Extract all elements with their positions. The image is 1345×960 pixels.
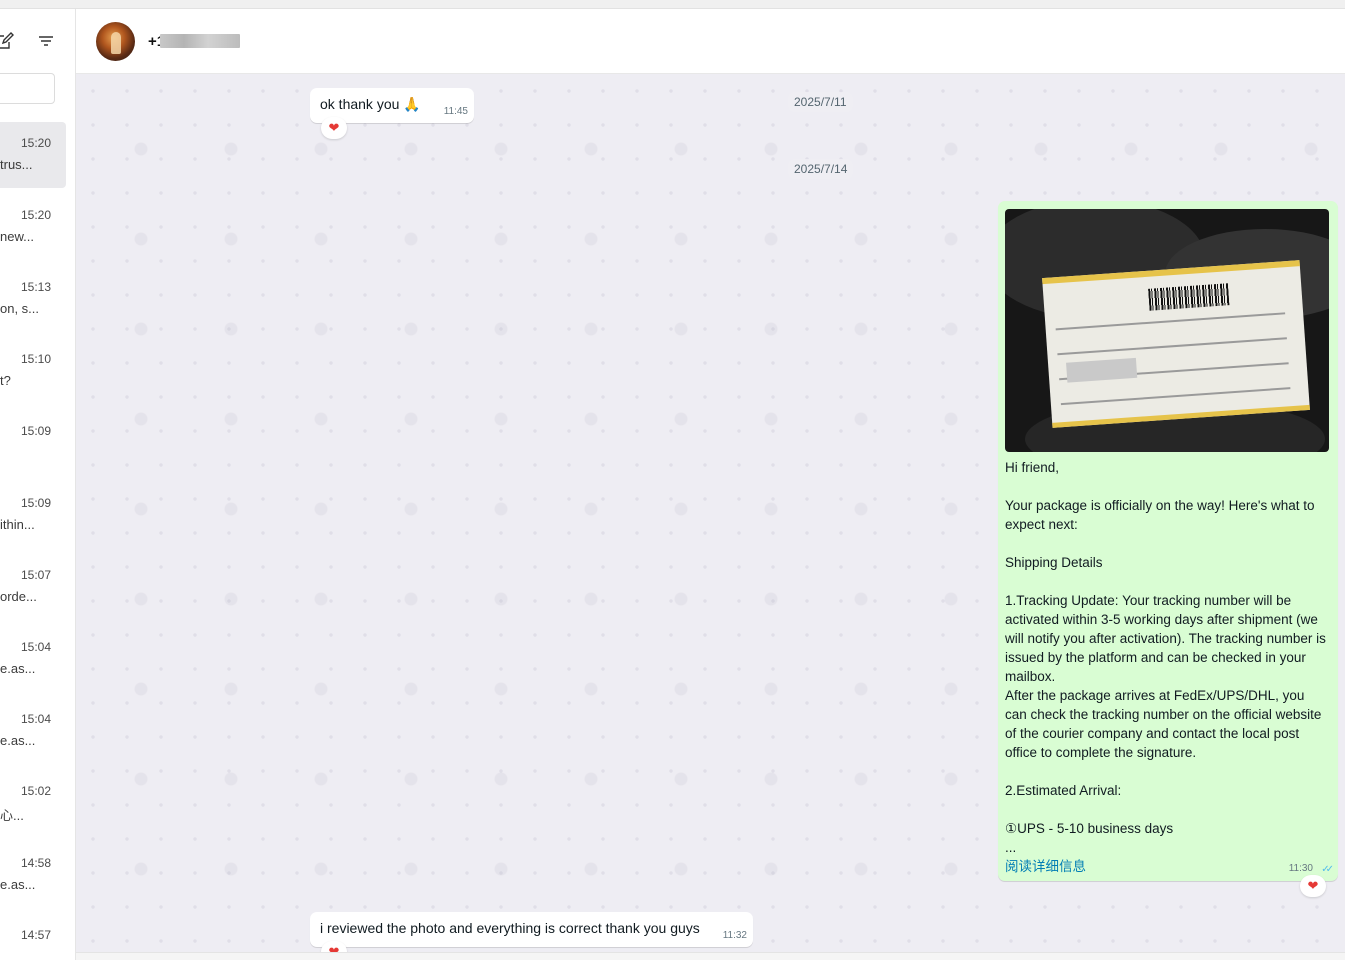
new-chat-icon[interactable] (0, 31, 14, 51)
chat-list-item[interactable]: 15:07 orde... (0, 554, 66, 620)
chat-preview: e.as... (0, 733, 36, 748)
heart-reaction-icon[interactable]: ❤ (1300, 875, 1326, 897)
message-time: 11:45 (443, 106, 468, 117)
search-input[interactable] (0, 73, 55, 104)
chat-time: 14:58 (20, 856, 51, 870)
chat-time: 15:09 (20, 496, 51, 510)
chat-time: 15:20 (20, 208, 51, 222)
window-top-strip (0, 0, 1345, 9)
chat-list-item[interactable]: 15:09 ithin... (0, 482, 66, 548)
heart-reaction-icon[interactable]: ❤ (321, 941, 347, 952)
chat-list-item[interactable]: 15:04 e.as... (0, 626, 66, 692)
chat-list-item[interactable]: 14:58 e.as... (0, 842, 66, 908)
chat-preview: orde... (0, 589, 37, 604)
date-separator: 2025/7/14 (788, 159, 854, 179)
message-time: 11:30 (1288, 863, 1313, 874)
redacted-phone-number (160, 34, 240, 48)
composer-edge (76, 952, 1345, 960)
chat-preview: t? (0, 373, 11, 388)
message-text: ok thank you 🙏 (320, 96, 421, 112)
chat-list-item[interactable]: 15:09 (0, 410, 66, 476)
message-text: i reviewed the photo and everything is c… (320, 920, 700, 936)
message-line: Hi friend, (1005, 460, 1060, 475)
chat-list-item[interactable]: 14:57 (0, 914, 66, 960)
date-separator: 2025/7/11 (788, 92, 853, 112)
outgoing-message[interactable]: Hi friend, Your package is officially on… (998, 201, 1338, 881)
message-line: After the package arrives at FedEx/UPS/D… (1005, 688, 1322, 760)
message-line: Your package is officially on the way! H… (1005, 498, 1315, 532)
chat-preview: new... (0, 229, 34, 244)
chat-time: 15:09 (20, 424, 51, 438)
contact-avatar[interactable] (96, 22, 135, 61)
chat-list-item[interactable]: 15:04 e.as... (0, 698, 66, 764)
chat-time: 15:20 (20, 136, 51, 150)
chat-time: 14:57 (20, 928, 51, 942)
chat-list-sidebar: 15:20 trus... 15:20 new... 15:13 on, s..… (0, 9, 76, 960)
message-line (1005, 534, 1327, 553)
chat-list-item[interactable]: 15:10 t? (0, 338, 66, 404)
read-receipt-icon: ✓✓ (1321, 864, 1334, 875)
chat-preview: e.as... (0, 877, 36, 892)
message-line: 2.Estimated Arrival: (1005, 783, 1122, 798)
chat-list-item[interactable]: 15:13 on, s... (0, 266, 66, 332)
chat-list-item[interactable]: 15:20 trus... (0, 122, 66, 188)
chat-list-item[interactable]: 15:02 心... (0, 770, 66, 836)
message-line: ①UPS - 5-10 business days (1005, 821, 1174, 836)
message-line (1005, 477, 1327, 496)
incoming-message[interactable]: i reviewed the photo and everything is c… (310, 912, 753, 947)
chat-preview: e.as... (0, 661, 36, 676)
chat-time: 15:07 (20, 568, 51, 582)
chat-preview: ithin... (0, 517, 35, 532)
message-area: ok thank you 🙏 11:45 ❤ 2025/7/11 2025/7/… (76, 74, 1345, 952)
filter-icon[interactable] (36, 31, 56, 51)
heart-reaction-icon[interactable]: ❤ (321, 117, 347, 139)
chat-time: 15:04 (20, 640, 51, 654)
chat-list-item[interactable]: 15:20 new... (0, 194, 66, 260)
message-line: 1.Tracking Update: Your tracking number … (1005, 593, 1326, 684)
chat-header: +1 (76, 9, 1345, 74)
chat-preview: on, s... (0, 301, 40, 316)
chat-preview: trus... (0, 157, 33, 172)
chat-preview: 心... (0, 808, 24, 823)
chat-time: 15:13 (20, 280, 51, 294)
message-body: Hi friend, Your package is officially on… (1005, 458, 1327, 857)
message-line (1005, 572, 1327, 591)
read-more-link[interactable]: 阅读详细信息 (1005, 855, 1086, 875)
message-line (1005, 800, 1327, 819)
message-time: 11:32 (722, 930, 747, 941)
chat-time: 15:10 (20, 352, 51, 366)
message-line: Shipping Details (1005, 555, 1103, 570)
chat-time: 15:04 (20, 712, 51, 726)
shipping-label-image (1042, 260, 1310, 428)
package-photo[interactable] (1005, 209, 1329, 452)
chat-time: 15:02 (20, 784, 51, 798)
message-line (1005, 762, 1327, 781)
